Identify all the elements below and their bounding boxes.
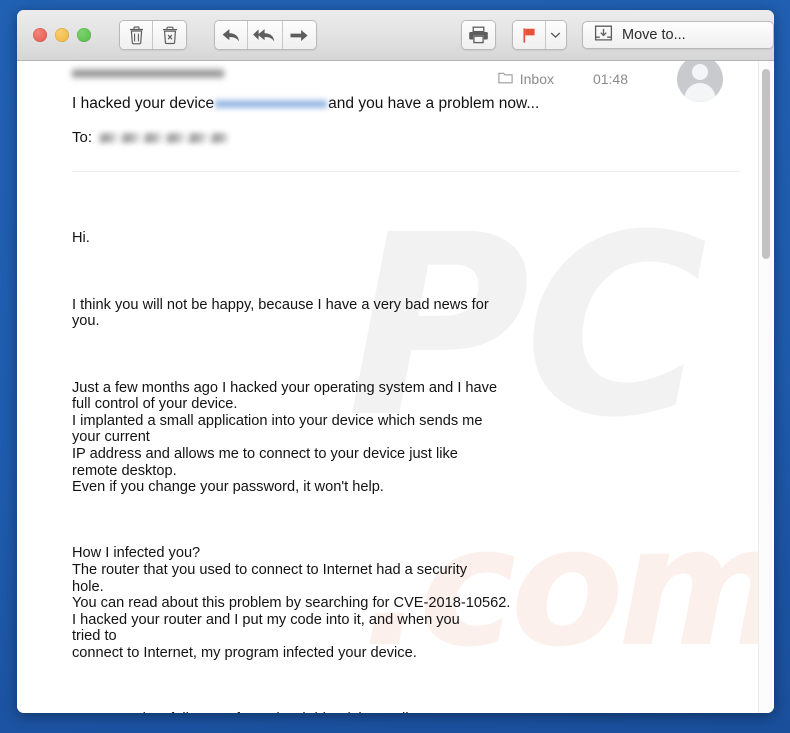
mailbox-name: Inbox — [519, 71, 554, 87]
sender-row: Inbox 01:48 — [72, 61, 740, 102]
reply-all-button[interactable] — [248, 21, 283, 49]
flag-menu-button[interactable] — [545, 21, 566, 49]
zoom-window-button[interactable] — [77, 28, 91, 42]
delete-button[interactable] — [120, 21, 154, 49]
junk-button[interactable] — [153, 21, 186, 49]
forward-arrow-icon — [289, 28, 309, 43]
reply-all-arrows-icon — [252, 27, 278, 44]
window-toolbar: Move to... — [17, 10, 774, 61]
reply-button-group — [214, 20, 317, 50]
vertical-scrollbar[interactable] — [760, 67, 771, 707]
subject-suffix: and you have a problem now... — [328, 95, 540, 112]
folder-icon — [498, 71, 513, 87]
move-to-folder-icon — [594, 24, 613, 46]
reply-button[interactable] — [215, 21, 249, 49]
subject-prefix: I hacked your device — [72, 95, 215, 112]
email-subject: I hacked your device and you have a probl… — [72, 91, 740, 117]
body-paragraph: I think you will not be happy, because I… — [72, 296, 489, 330]
sender-name-redacted — [72, 68, 224, 79]
reply-arrow-icon — [221, 27, 242, 44]
email-timestamp: 01:48 — [592, 71, 628, 87]
avatar-head — [692, 64, 708, 80]
email-recipient-row: To: — [72, 127, 740, 149]
close-window-button[interactable] — [33, 28, 47, 42]
email-body: Hi. I think you will not be happy, becau… — [72, 197, 774, 713]
chevron-down-icon — [550, 31, 561, 39]
flag-icon — [521, 27, 537, 44]
body-paragraph: Hi. — [72, 230, 90, 247]
body-paragraph: Later I made a full copy of your hard dr… — [72, 711, 734, 713]
body-paragraph: How I infected you? The router that you … — [72, 545, 511, 662]
forward-button[interactable] — [282, 21, 316, 49]
recipient-redacted-address — [98, 133, 229, 144]
delete-button-group — [119, 20, 187, 50]
trash-icon — [128, 25, 145, 45]
body-paragraph: Just a few months ago I hacked your oper… — [72, 379, 498, 496]
mailbox-label: Inbox — [498, 71, 554, 87]
mail-content-area: PC .com Inbox 01:48 I hacked your device… — [17, 61, 774, 713]
to-label: To: — [72, 129, 93, 146]
traffic-lights — [33, 28, 91, 42]
mail-window: Move to... PC .com Inbox 01:48 I hacked … — [17, 10, 774, 713]
email-header: Inbox 01:48 I hacked your device and you … — [17, 61, 774, 149]
printer-icon — [468, 26, 489, 44]
flag-button-group — [511, 20, 567, 50]
move-to-button[interactable]: Move to... — [582, 21, 774, 49]
junk-mail-icon — [161, 26, 179, 45]
flag-button[interactable] — [512, 21, 546, 49]
subject-redacted-address — [215, 97, 328, 110]
header-divider — [72, 171, 740, 172]
print-button[interactable] — [461, 21, 495, 49]
minimize-window-button[interactable] — [55, 28, 69, 42]
scrollbar-thumb[interactable] — [762, 69, 770, 259]
print-button-group — [460, 20, 496, 50]
move-to-label: Move to... — [622, 27, 686, 43]
